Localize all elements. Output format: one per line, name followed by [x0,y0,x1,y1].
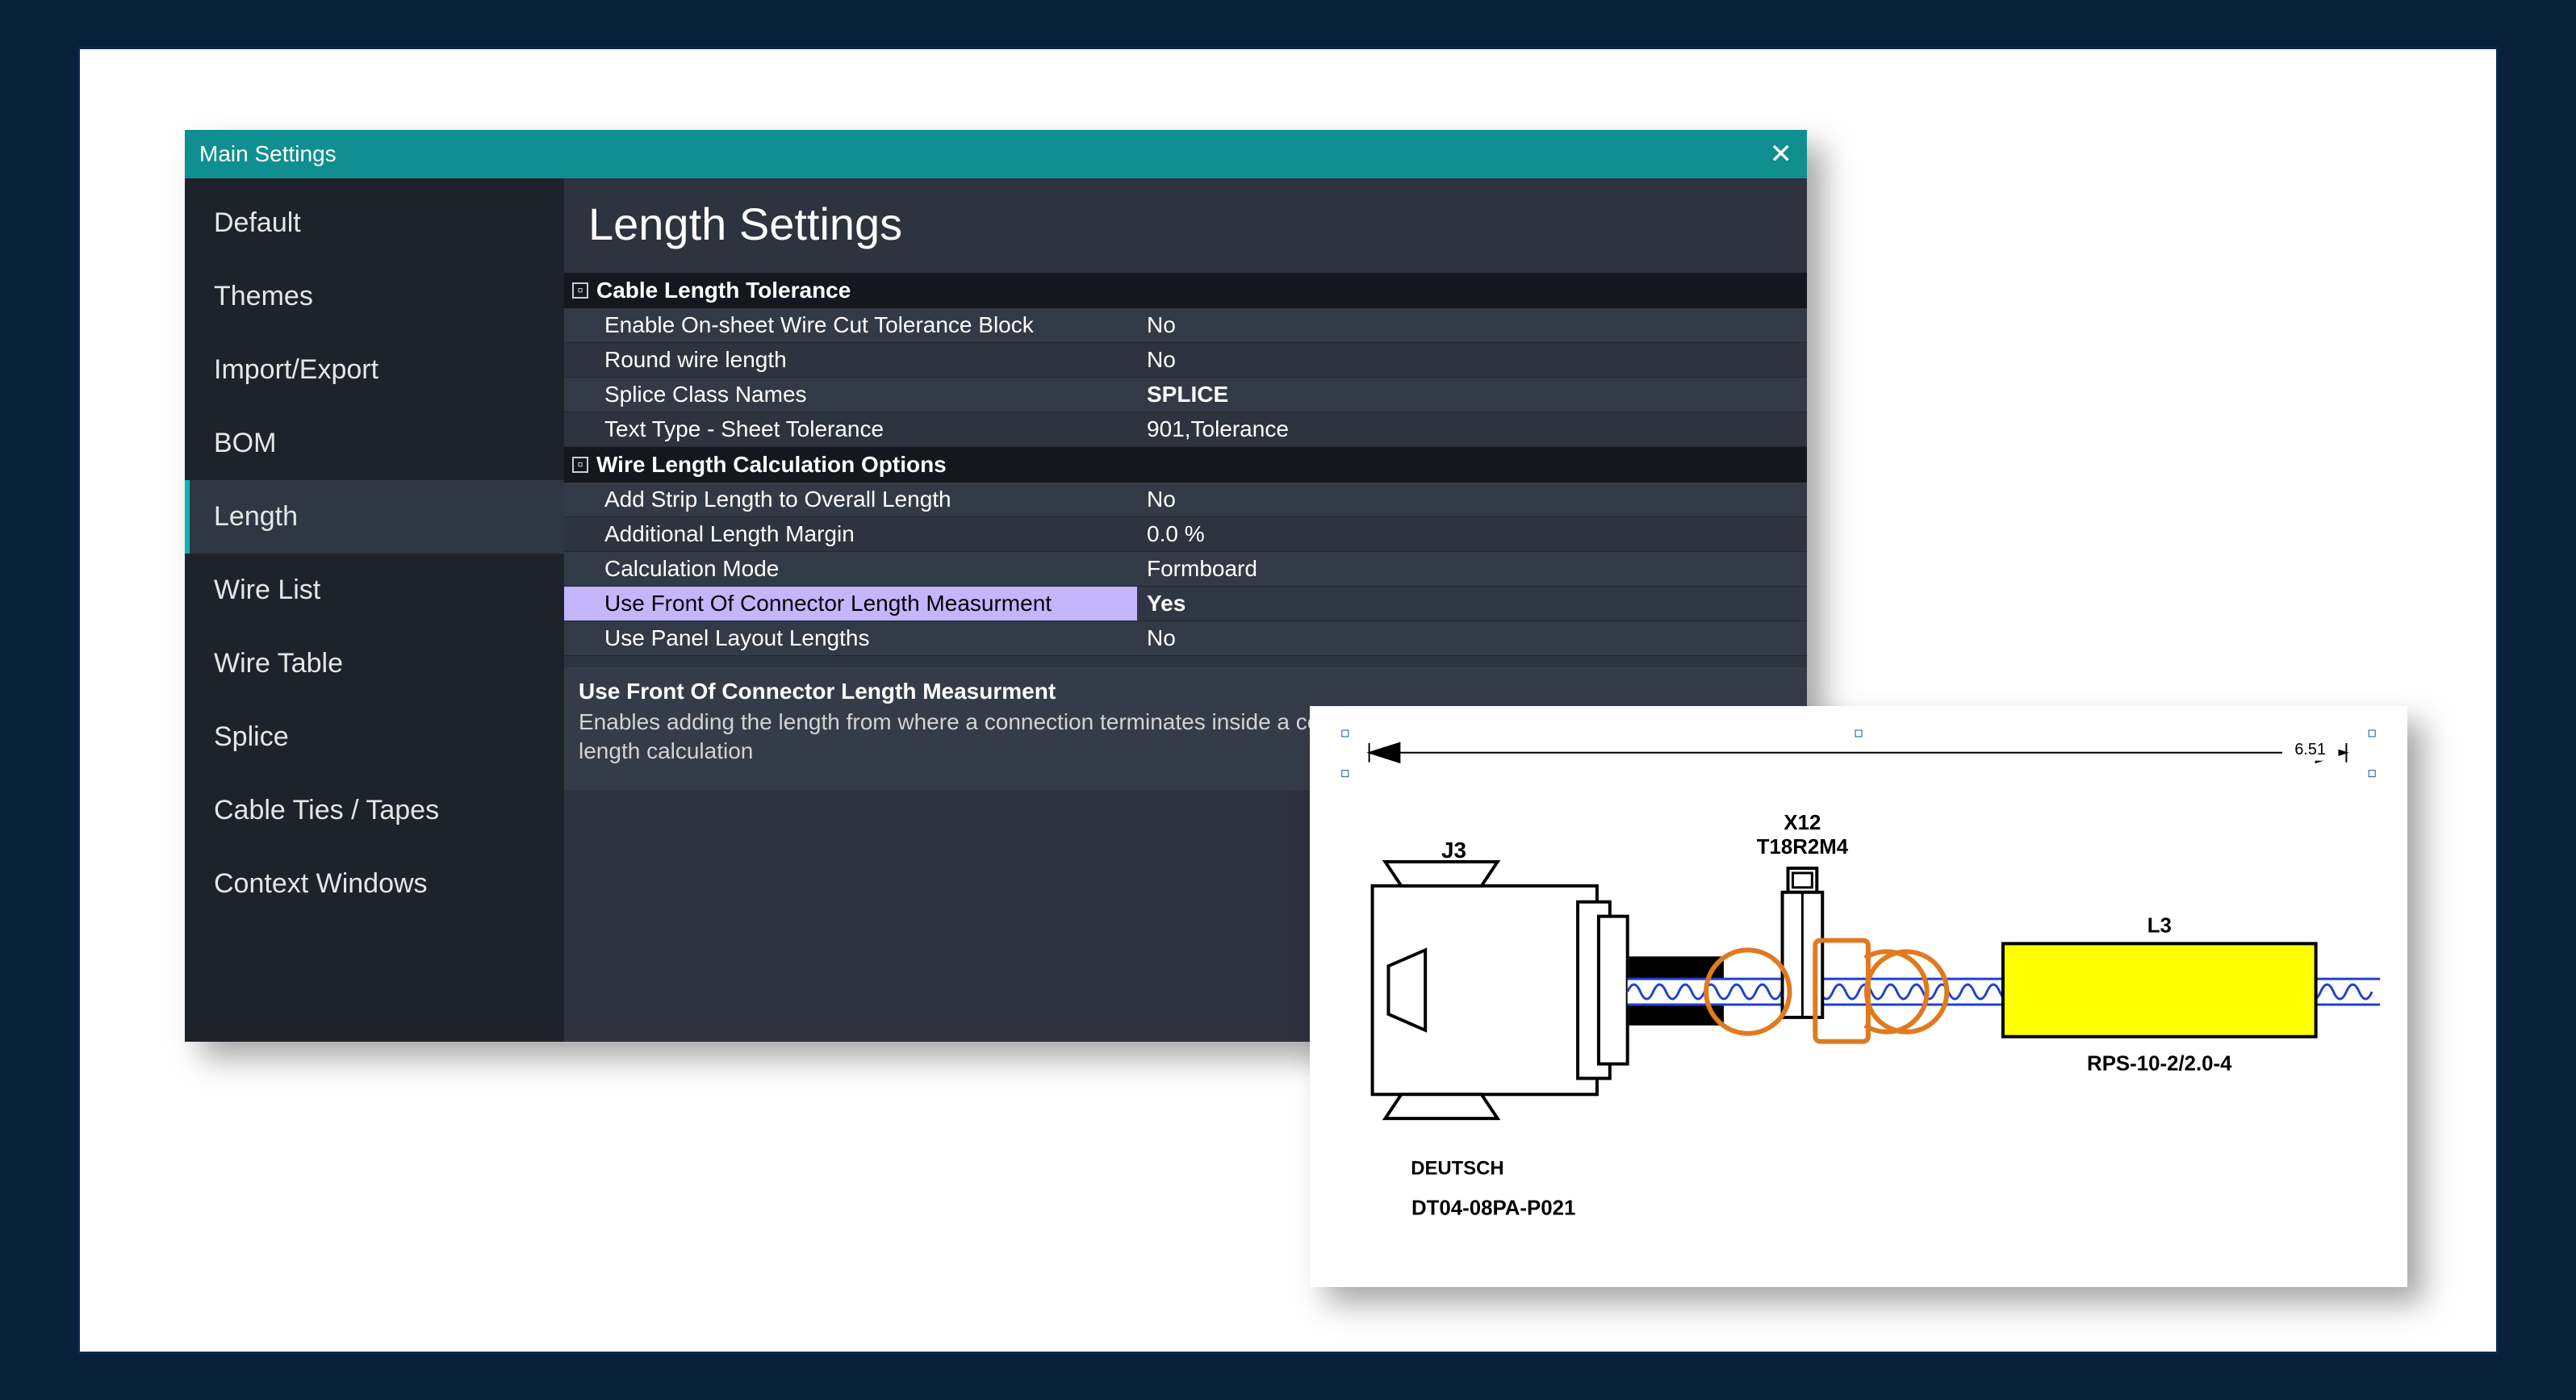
label-l3: L3 RPS-10-2/2.0-4 [2003,914,2316,1075]
settings-sidebar: Default Themes Import/Export BOM Length … [185,178,564,1042]
connector-diagram-svg: 6.51 J3 DEUTSCH DT04-08PA-P021 [1334,725,2383,1271]
sidebar-item-wire-list[interactable]: Wire List [185,554,564,627]
label-refdes: L3 [2147,914,2172,937]
prop-value[interactable]: 901,Tolerance [1137,412,1807,446]
collapse-icon[interactable]: ▫ [572,457,588,473]
prop-row-selected[interactable]: Use Front Of Connector Length Measurment… [564,587,1807,621]
prop-row[interactable]: Enable On-sheet Wire Cut Tolerance Block… [564,308,1807,343]
prop-row[interactable]: Additional Length Margin 0.0 % [564,517,1807,552]
prop-label: Text Type - Sheet Tolerance [564,412,1137,446]
sidebar-item-label: BOM [214,428,276,458]
connector-refdes: J3 [1441,838,1466,863]
sidebar-item-default[interactable]: Default [185,186,564,260]
prop-value[interactable]: SPLICE [1137,378,1807,412]
panel-title: Length Settings [564,178,1807,273]
prop-row[interactable]: Round wire length No [564,343,1807,378]
sidebar-item-label: Context Windows [214,868,428,899]
document-frame: Main Settings ✕ Default Themes Import/Ex… [77,47,2499,1354]
sidebar-item-label: Cable Ties / Tapes [214,795,439,825]
prop-label: Splice Class Names [564,378,1137,412]
prop-value[interactable]: No [1137,621,1807,655]
prop-label: Use Panel Layout Lengths [564,621,1137,655]
prop-value[interactable]: No [1137,343,1807,377]
tie-refdes: X12 [1784,812,1821,834]
group-header-cable-length-tolerance[interactable]: ▫ Cable Length Tolerance [564,273,1807,308]
prop-row[interactable]: Calculation Mode Formboard [564,552,1807,587]
sidebar-item-label: Wire List [214,575,320,605]
prop-value[interactable]: Formboard [1137,552,1807,586]
sidebar-item-splice[interactable]: Splice [185,700,564,774]
dimension-line [1370,742,2347,762]
sidebar-item-themes[interactable]: Themes [185,260,564,333]
sidebar-item-label: Length [214,501,298,532]
close-icon[interactable]: ✕ [1770,140,1793,168]
connector-partno: DT04-08PA-P021 [1411,1197,1575,1219]
prop-value[interactable]: No [1137,308,1807,342]
group-header-wire-length-calc[interactable]: ▫ Wire Length Calculation Options [564,447,1807,483]
group-title: Wire Length Calculation Options [596,452,947,478]
sidebar-item-label: Import/Export [214,354,378,385]
window-titlebar: Main Settings ✕ [185,130,1807,178]
sidebar-item-cable-ties-tapes[interactable]: Cable Ties / Tapes [185,774,564,847]
group-title: Cable Length Tolerance [596,278,851,303]
sidebar-item-label: Themes [214,281,313,311]
prop-label: Calculation Mode [564,552,1137,586]
sidebar-item-import-export[interactable]: Import/Export [185,333,564,407]
sidebar-item-label: Wire Table [214,648,343,679]
connector-j3: J3 DEUTSCH DT04-08PA-P021 [1373,838,1628,1219]
label-partno: RPS-10-2/2.0-4 [2087,1052,2232,1075]
sidebar-item-label: Default [214,207,301,238]
connector-diagram-preview: 6.51 J3 DEUTSCH DT04-08PA-P021 [1310,706,2407,1287]
prop-row[interactable]: Splice Class Names SPLICE [564,378,1807,412]
prop-label: Enable On-sheet Wire Cut Tolerance Block [564,308,1137,342]
tie-partno: T18R2M4 [1757,836,1849,859]
sidebar-item-bom[interactable]: BOM [185,407,564,480]
sidebar-item-length[interactable]: Length [185,480,564,554]
prop-label: Additional Length Margin [564,517,1137,551]
prop-row[interactable]: Add Strip Length to Overall Length No [564,483,1807,517]
prop-label: Add Strip Length to Overall Length [564,483,1137,516]
prop-row[interactable]: Use Panel Layout Lengths No [564,621,1807,656]
sidebar-item-label: Splice [214,721,289,752]
sidebar-item-context-windows[interactable]: Context Windows [185,847,564,921]
prop-row[interactable]: Text Type - Sheet Tolerance 901,Toleranc… [564,412,1807,447]
sidebar-item-wire-table[interactable]: Wire Table [185,627,564,700]
prop-value[interactable]: Yes [1137,587,1807,621]
property-grid: ▫ Cable Length Tolerance Enable On-sheet… [564,273,1807,656]
prop-value[interactable]: No [1137,483,1807,516]
prop-label: Use Front Of Connector Length Measurment [564,587,1137,621]
prop-label: Round wire length [564,343,1137,377]
prop-value[interactable]: 0.0 % [1137,517,1807,551]
window-title: Main Settings [199,141,337,167]
dimension-value: 6.51 [2294,740,2326,758]
connector-mfr: DEUTSCH [1411,1157,1503,1179]
collapse-icon[interactable]: ▫ [572,282,588,299]
description-title: Use Front Of Connector Length Measurment [579,679,1792,704]
